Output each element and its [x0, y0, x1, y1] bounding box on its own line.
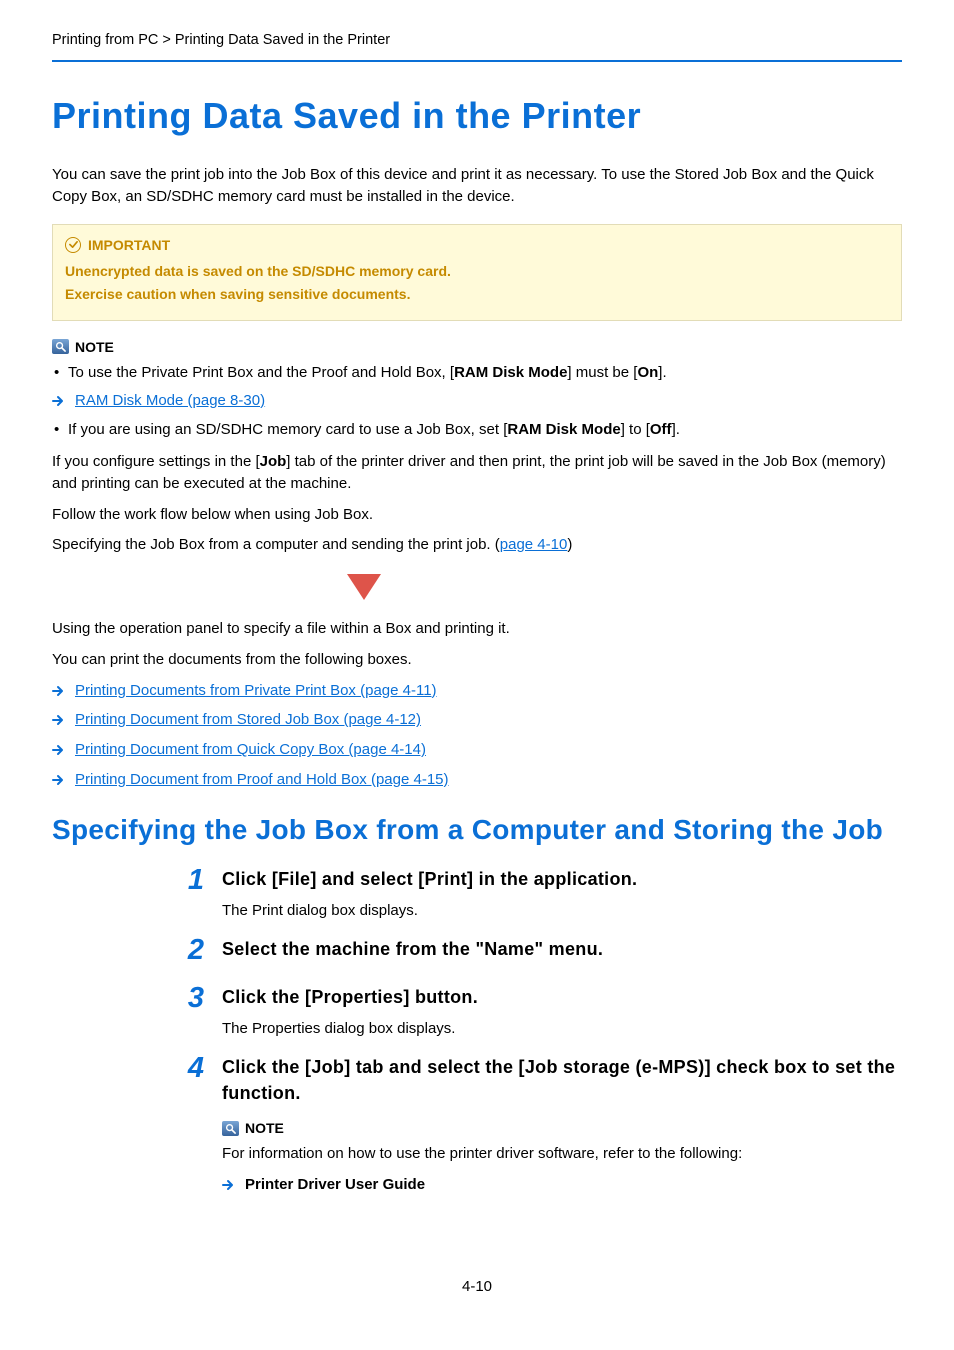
page-number: 4-10 — [0, 1276, 954, 1298]
paragraph-specifying: Specifying the Job Box from a computer a… — [52, 534, 902, 556]
intro-text: You can save the print job into the Job … — [52, 164, 902, 208]
note-icon — [222, 1121, 239, 1136]
step-number: 2 — [180, 936, 204, 965]
link-proof-and-hold-box[interactable]: Printing Document from Proof and Hold Bo… — [75, 769, 449, 791]
step-4-reference-row: Printer Driver User Guide — [222, 1174, 902, 1196]
step-number: 4 — [180, 1054, 204, 1083]
paragraph-job-tab: If you configure settings in the [Job] t… — [52, 451, 902, 495]
important-label: IMPORTANT — [88, 235, 170, 255]
paragraph-boxes: You can print the documents from the fol… — [52, 649, 902, 671]
link-private-print-box[interactable]: Printing Documents from Private Print Bo… — [75, 680, 437, 702]
step-number: 1 — [180, 866, 204, 895]
link-ram-disk-mode[interactable]: RAM Disk Mode (page 8-30) — [75, 390, 265, 412]
step-4-title: Click the [Job] tab and select the [Job … — [222, 1054, 902, 1106]
link-row-ram-disk: RAM Disk Mode (page 8-30) — [52, 390, 902, 412]
step-3-text: The Properties dialog box displays. — [222, 1018, 902, 1040]
link-row-2: Printing Document from Stored Job Box (p… — [52, 709, 902, 731]
reference-printer-driver-guide: Printer Driver User Guide — [245, 1174, 425, 1196]
step-2: 2 Select the machine from the "Name" men… — [180, 936, 902, 970]
step-4-note-text: For information on how to use the printe… — [222, 1143, 902, 1165]
arrow-right-icon — [52, 395, 66, 407]
arrow-right-icon — [52, 744, 66, 756]
step-2-title: Select the machine from the "Name" menu. — [222, 936, 902, 962]
step-4: 4 Click the [Job] tab and select the [Jo… — [180, 1054, 902, 1196]
note-icon — [52, 339, 69, 354]
paragraph-operation-panel: Using the operation panel to specify a f… — [52, 618, 902, 640]
step-1-text: The Print dialog box displays. — [222, 900, 902, 922]
link-quick-copy-box[interactable]: Printing Document from Quick Copy Box (p… — [75, 739, 426, 761]
note-bullet-2: If you are using an SD/SDHC memory card … — [52, 419, 902, 441]
link-row-4: Printing Document from Proof and Hold Bo… — [52, 769, 902, 791]
important-line-1: Unencrypted data is saved on the SD/SDHC… — [65, 261, 889, 281]
note-label: NOTE — [75, 337, 114, 357]
step-4-note-label: NOTE — [245, 1118, 284, 1138]
check-circle-icon — [65, 237, 81, 253]
arrow-right-icon — [52, 714, 66, 726]
step-1: 1 Click [File] and select [Print] in the… — [180, 866, 902, 922]
step-3-title: Click the [Properties] button. — [222, 984, 902, 1010]
breadcrumb: Printing from PC > Printing Data Saved i… — [52, 30, 902, 62]
step-3: 3 Click the [Properties] button. The Pro… — [180, 984, 902, 1040]
arrow-right-icon — [52, 774, 66, 786]
link-stored-job-box[interactable]: Printing Document from Stored Job Box (p… — [75, 709, 421, 731]
paragraph-workflow: Follow the work flow below when using Jo… — [52, 504, 902, 526]
note-heading: NOTE — [52, 337, 902, 357]
page-title: Printing Data Saved in the Printer — [52, 90, 902, 142]
note-block: NOTE To use the Private Print Box and th… — [52, 337, 902, 442]
arrow-right-icon — [52, 685, 66, 697]
section-title: Specifying the Job Box from a Computer a… — [52, 813, 902, 847]
important-heading: IMPORTANT — [65, 235, 889, 255]
down-triangle-icon — [347, 574, 381, 600]
step-1-title: Click [File] and select [Print] in the a… — [222, 866, 902, 892]
important-callout: IMPORTANT Unencrypted data is saved on t… — [52, 224, 902, 321]
important-line-2: Exercise caution when saving sensitive d… — [65, 284, 889, 304]
link-row-1: Printing Documents from Private Print Bo… — [52, 680, 902, 702]
link-row-3: Printing Document from Quick Copy Box (p… — [52, 739, 902, 761]
step-number: 3 — [180, 984, 204, 1013]
arrow-right-icon — [222, 1179, 236, 1191]
step-4-note-heading: NOTE — [222, 1118, 902, 1138]
link-page-4-10[interactable]: page 4-10 — [500, 536, 568, 553]
note-bullet-1: To use the Private Print Box and the Pro… — [52, 362, 902, 384]
